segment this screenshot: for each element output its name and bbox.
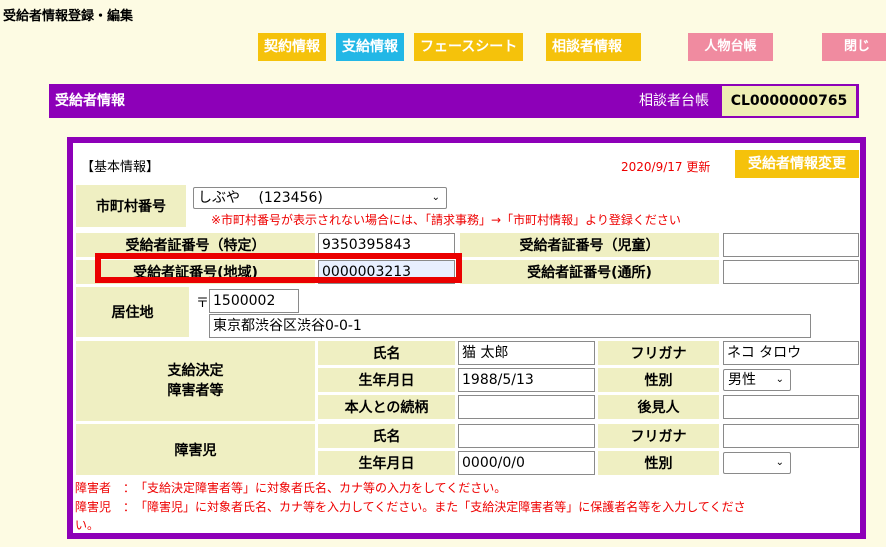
cert-child-label: 受給者証番号（児童） [460,233,719,257]
ledger-code: CL0000000765 [722,86,856,116]
guardian-label: 後見人 [598,395,719,419]
ledger-label: 相談者台帳 [639,93,709,109]
cert-specific-label: 受給者証番号（特定） [76,233,315,257]
municipality-value: しぶや (123456) [198,190,323,206]
guardian-input[interactable] [723,395,859,419]
address-input[interactable]: 東京都渋谷区渋谷0-0-1 [209,314,811,338]
chevron-down-icon: ⌄ [775,374,784,385]
recipient-name-label: 氏名 [318,341,455,365]
child-name-input[interactable] [458,424,595,448]
postal-mark: 〒 [196,296,210,311]
child-kana-label: フリガナ [598,424,719,448]
cert-area-label: 受給者証番号(地域) [76,260,315,284]
chevron-down-icon: ⌄ [431,192,440,203]
recipient-sex-select[interactable]: 男性 ⌄ [723,369,791,391]
tab-consultant-info[interactable]: 相談者情報 [546,33,641,61]
cert-daycare-label: 受給者証番号(通所) [460,260,719,284]
recipient-group-label-line2: 障害者等 [167,383,224,399]
cert-daycare-input[interactable] [723,260,859,284]
recipient-sex-label: 性別 [598,368,719,392]
section-header: 受給者情報 相談者台帳 CL0000000765 [49,84,859,118]
recipient-dob-input[interactable]: 1988/5/13 [458,368,595,392]
note-disabled: 障害者 ： 「支給決定障害者等」に対象者氏名、カナ等の入力をしてください。 [75,481,507,495]
recipient-kana-label: フリガナ [598,341,719,365]
municipality-label: 市町村番号 [76,185,186,227]
municipality-note: ※市町村番号が表示されない場合には、「請求事務」→「市町村情報」より登録ください [211,213,681,227]
cert-child-input[interactable] [723,233,859,257]
tab-supply-info[interactable]: 支給情報 [336,33,404,61]
page-title: 受給者情報登録・編集 [3,9,134,24]
relation-input[interactable] [458,395,595,419]
tab-face-sheet[interactable]: フェースシート [414,33,524,61]
section-title: 受給者情報 [55,93,125,109]
tab-contract-info[interactable]: 契約情報 [258,33,326,61]
child-sex-label: 性別 [598,451,719,475]
relation-label: 本人との続柄 [318,395,455,419]
recipient-group-label: 支給決定 障害者等 [76,341,315,421]
note-child-cont: い。 [75,518,100,532]
child-kana-input[interactable] [723,424,859,448]
recipient-dob-label: 生年月日 [318,368,455,392]
recipient-group-label-line1: 支給決定 [167,363,224,379]
cert-specific-input[interactable]: 9350395843 [318,233,455,257]
recipient-name-input[interactable]: 猫 太郎 [458,341,595,365]
child-dob-label: 生年月日 [318,451,455,475]
basic-info-title: 【基本情報】 [81,160,160,175]
recipient-kana-input[interactable]: ネコ タロウ [723,341,859,365]
child-sex-select[interactable]: ⌄ [723,452,791,474]
child-group-label: 障害児 [76,424,315,475]
basic-info-content: 【基本情報】 2020/9/17 更新 受給者情報変更 市町村番号 しぶや (1… [73,143,860,533]
updated-date: 2020/9/17 更新 [621,160,711,174]
basic-info-panel: 【基本情報】 2020/9/17 更新 受給者情報変更 市町村番号 しぶや (1… [67,137,866,539]
close-button[interactable]: 閉じ [822,33,886,61]
person-ledger-button[interactable]: 人物台帳 [688,33,773,61]
address-label: 居住地 [76,287,189,337]
note-child: 障害児 ： 「障害児」に対象者氏名、カナ等を入力してください。また「支給決定障害… [75,500,746,514]
edit-recipient-button[interactable]: 受給者情報変更 [735,150,859,178]
child-dob-input[interactable]: 0000/0/0 [458,451,595,475]
cert-area-input[interactable]: 0000003213 [318,260,455,284]
child-name-label: 氏名 [318,424,455,448]
chevron-down-icon: ⌄ [775,457,784,468]
postal-code-input[interactable]: 1500002 [209,289,299,313]
recipient-sex-value: 男性 [728,372,756,388]
municipality-select[interactable]: しぶや (123456) ⌄ [193,187,447,209]
